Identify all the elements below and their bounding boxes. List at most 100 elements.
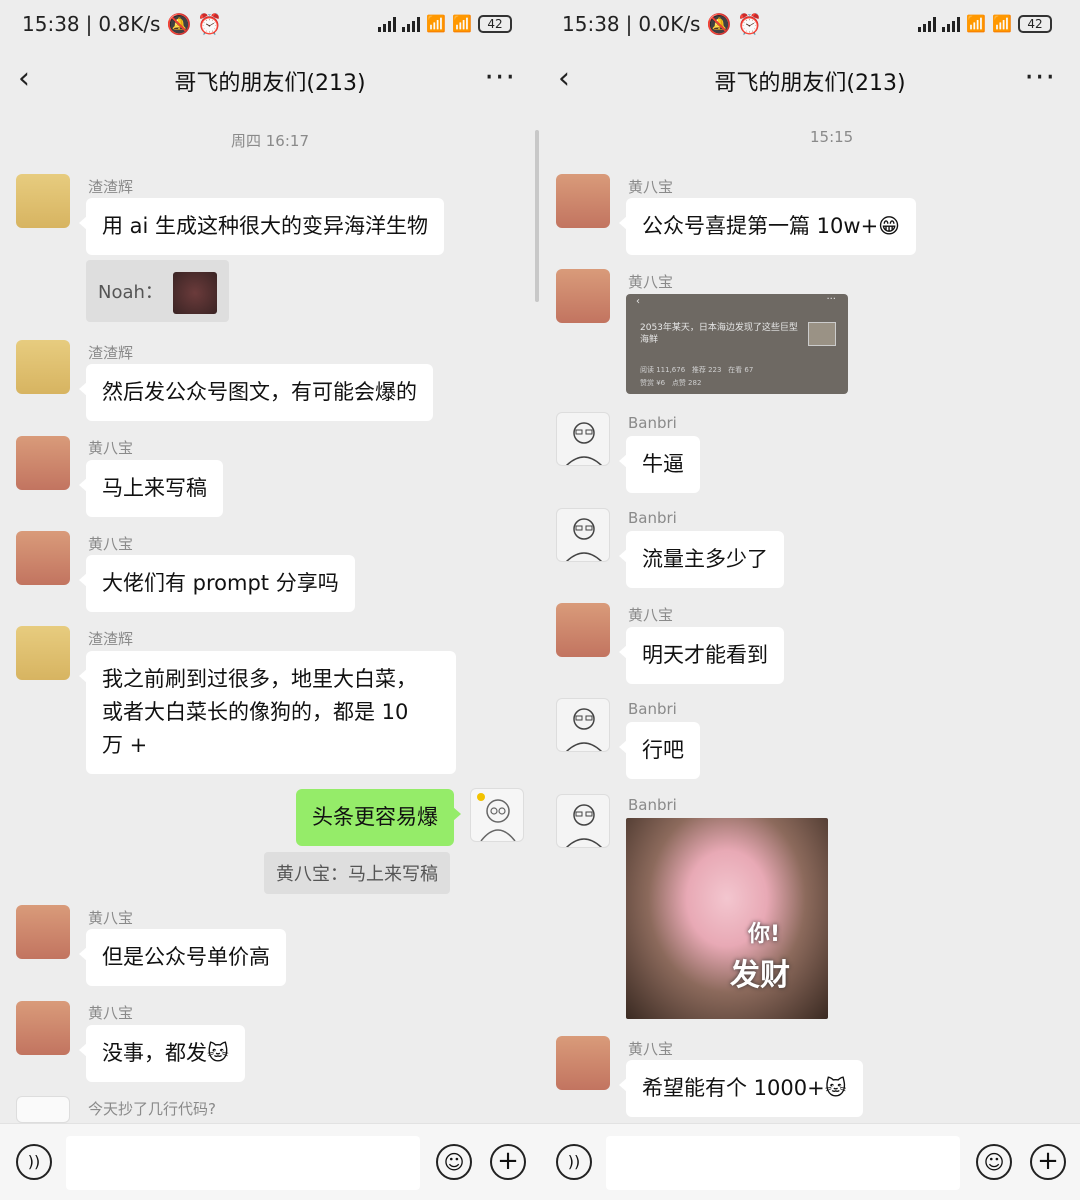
message-bubble[interactable]: 没事，都发🐱 bbox=[79, 1025, 245, 1082]
article-title: 2053年某天，日本海边发现了这些巨型海鲜 bbox=[640, 323, 798, 345]
message-line: 或者大白菜长的像狗的，都是 10 bbox=[102, 700, 409, 724]
status-time: 15:38 bbox=[22, 12, 80, 36]
sender-name: 渣渣辉 bbox=[88, 178, 134, 196]
avatar-huangbabao[interactable] bbox=[556, 269, 610, 323]
right-chat-screen: 15:38 | 0.0K/s 🔕 ⏰ 📶 📶 42 ‹ 哥飞的朋友们(213) … bbox=[540, 0, 1080, 1200]
quote-image-thumbnail[interactable] bbox=[172, 272, 217, 314]
alarm-icon: ⏰ bbox=[737, 12, 763, 36]
emoji-icon[interactable]: ☺ bbox=[976, 1144, 1012, 1180]
self-message-bubble[interactable]: 头条更容易爆 bbox=[296, 789, 461, 846]
sticker-image[interactable]: 你! 发财 bbox=[626, 818, 828, 1019]
battery-icon: 42 bbox=[1018, 14, 1052, 33]
mute-icon: 🔕 bbox=[166, 12, 192, 36]
avatar-banbri[interactable] bbox=[556, 508, 610, 562]
sender-name: 黄八宝 bbox=[88, 439, 134, 457]
more-dots-icon[interactable]: ··· bbox=[1024, 60, 1056, 95]
message-bubble[interactable]: 但是公众号单价高 bbox=[79, 929, 286, 986]
article-back-icon: ‹ bbox=[636, 296, 640, 307]
message-input[interactable] bbox=[66, 1136, 420, 1190]
sender-name: 黄八宝 bbox=[628, 1040, 674, 1058]
message-bubble[interactable]: 行吧 bbox=[619, 722, 700, 779]
signal-icon bbox=[378, 16, 397, 32]
message-bubble[interactable]: 牛逼 bbox=[619, 436, 700, 493]
avatar-zhazhahui[interactable] bbox=[16, 626, 70, 680]
voice-icon[interactable]: )) bbox=[556, 1144, 592, 1180]
message-bubble[interactable]: 用 ai 生成这种很大的变异海洋生物 bbox=[78, 198, 445, 255]
network-speed: 0.8K/s bbox=[98, 12, 161, 36]
message-bubble[interactable]: 流量主多少了 bbox=[619, 531, 784, 588]
sender-name: 黄八宝 bbox=[628, 273, 674, 291]
mute-icon: 🔕 bbox=[706, 12, 732, 36]
more-dots-icon[interactable]: ··· bbox=[484, 60, 516, 95]
chat-timestamp: 周四 16:17 bbox=[231, 132, 309, 150]
avatar-huangbabao[interactable] bbox=[16, 1001, 70, 1055]
chat-title: 哥飞的朋友们(213) bbox=[714, 71, 906, 96]
avatar-self[interactable] bbox=[470, 788, 524, 842]
signal-icon bbox=[942, 16, 961, 32]
sender-name: 今天抄了几行代码? bbox=[88, 1100, 216, 1118]
avatar-zhazhahui[interactable] bbox=[16, 340, 70, 394]
avatar-banbri[interactable] bbox=[556, 794, 610, 848]
alarm-icon: ⏰ bbox=[197, 12, 223, 36]
message-bubble[interactable]: 希望能有个 1000+🐱 bbox=[619, 1060, 863, 1117]
chat-header: ‹ 哥飞的朋友们(213) ··· bbox=[540, 50, 1080, 110]
signal-icon bbox=[402, 16, 421, 32]
status-bar: 15:38 | 0.0K/s 🔕 ⏰ 📶 📶 42 bbox=[540, 0, 1080, 50]
message-bubble[interactable]: 明天才能看到 bbox=[619, 627, 784, 684]
input-toolbar: )) ☺ + bbox=[540, 1123, 1080, 1200]
avatar-huangbabao[interactable] bbox=[556, 1036, 610, 1090]
plus-icon[interactable]: + bbox=[1030, 1144, 1066, 1180]
plus-icon[interactable]: + bbox=[490, 1144, 526, 1180]
message-bubble[interactable]: 大佬们有 prompt 分享吗 bbox=[79, 555, 355, 612]
sender-name: Banbri bbox=[628, 700, 677, 718]
sender-name: 黄八宝 bbox=[628, 606, 674, 624]
wifi-icon: 📶 bbox=[966, 14, 987, 33]
avatar-banbri[interactable] bbox=[556, 698, 610, 752]
signal-icon bbox=[918, 16, 937, 32]
avatar-huangbabao[interactable] bbox=[16, 436, 70, 490]
voice-icon[interactable]: )) bbox=[16, 1144, 52, 1180]
sender-name: Banbri bbox=[628, 414, 677, 432]
avatar-doodle[interactable] bbox=[16, 1096, 70, 1123]
sender-name: Banbri bbox=[628, 796, 677, 814]
avatar-zhazhahui[interactable] bbox=[16, 174, 70, 228]
avatar-banbri[interactable] bbox=[556, 412, 610, 466]
avatar-huangbabao[interactable] bbox=[556, 174, 610, 228]
status-time: 15:38 bbox=[562, 12, 620, 36]
network-speed: 0.0K/s bbox=[638, 12, 701, 36]
avatar-huangbabao[interactable] bbox=[16, 531, 70, 585]
article-thumbnail bbox=[808, 322, 836, 346]
article-card[interactable]: ‹ ··· 2053年某天，日本海边发现了这些巨型海鲜 阅读 111,676 推… bbox=[626, 294, 848, 394]
sticker-caption-big: 发财 bbox=[730, 958, 790, 993]
quote-label: Noah： bbox=[98, 282, 163, 303]
message-bubble[interactable]: 然后发公众号图文，有可能会爆的 bbox=[79, 364, 433, 421]
message-line: 万 + bbox=[102, 733, 148, 757]
chat-timestamp: 15:15 bbox=[810, 128, 854, 146]
sender-name: Banbri bbox=[628, 509, 677, 527]
article-stats: 阅读 111,676 推荐 223 在看 67 赞赏 ¥6 点赞 282 bbox=[640, 366, 754, 387]
message-line: 我之前刷到过很多，地里大白菜， bbox=[102, 667, 417, 691]
sender-name: 黄八宝 bbox=[88, 535, 134, 553]
avatar-huangbabao[interactable] bbox=[16, 905, 70, 959]
sender-name: 黄八宝 bbox=[628, 178, 674, 196]
message-bubble[interactable]: 马上来写稿 bbox=[79, 460, 223, 517]
message-bubble[interactable]: 我之前刷到过很多，地里大白菜， 或者大白菜长的像狗的，都是 10 万 + bbox=[79, 651, 456, 774]
quote-reply[interactable]: Noah： bbox=[86, 260, 229, 322]
message-bubble[interactable]: 公众号喜提第一篇 10w+😁 bbox=[618, 198, 917, 255]
quote-reply[interactable]: 黄八宝：马上来写稿 bbox=[264, 852, 450, 894]
emoji-icon[interactable]: ☺ bbox=[436, 1144, 472, 1180]
sticker-caption-small: 你! bbox=[748, 922, 781, 947]
battery-icon: 42 bbox=[478, 14, 512, 33]
sender-name: 渣渣辉 bbox=[88, 344, 134, 362]
left-chat-screen: 15:38 | 0.8K/s 🔕 ⏰ 📶 📶 42 ‹ 哥飞的朋友们(213) … bbox=[0, 0, 540, 1200]
status-bar: 15:38 | 0.8K/s 🔕 ⏰ 📶 📶 42 bbox=[0, 0, 540, 50]
avatar-huangbabao[interactable] bbox=[556, 603, 610, 657]
sender-name: 渣渣辉 bbox=[88, 630, 134, 648]
chat-title: 哥飞的朋友们(213) bbox=[174, 71, 366, 96]
article-more-icon: ··· bbox=[826, 294, 836, 305]
wifi-icon: 📶 bbox=[452, 14, 472, 33]
input-toolbar: )) ☺ + bbox=[0, 1123, 540, 1200]
message-input[interactable] bbox=[606, 1136, 960, 1190]
sender-name: 黄八宝 bbox=[88, 909, 134, 927]
scrollbar[interactable] bbox=[535, 130, 539, 302]
